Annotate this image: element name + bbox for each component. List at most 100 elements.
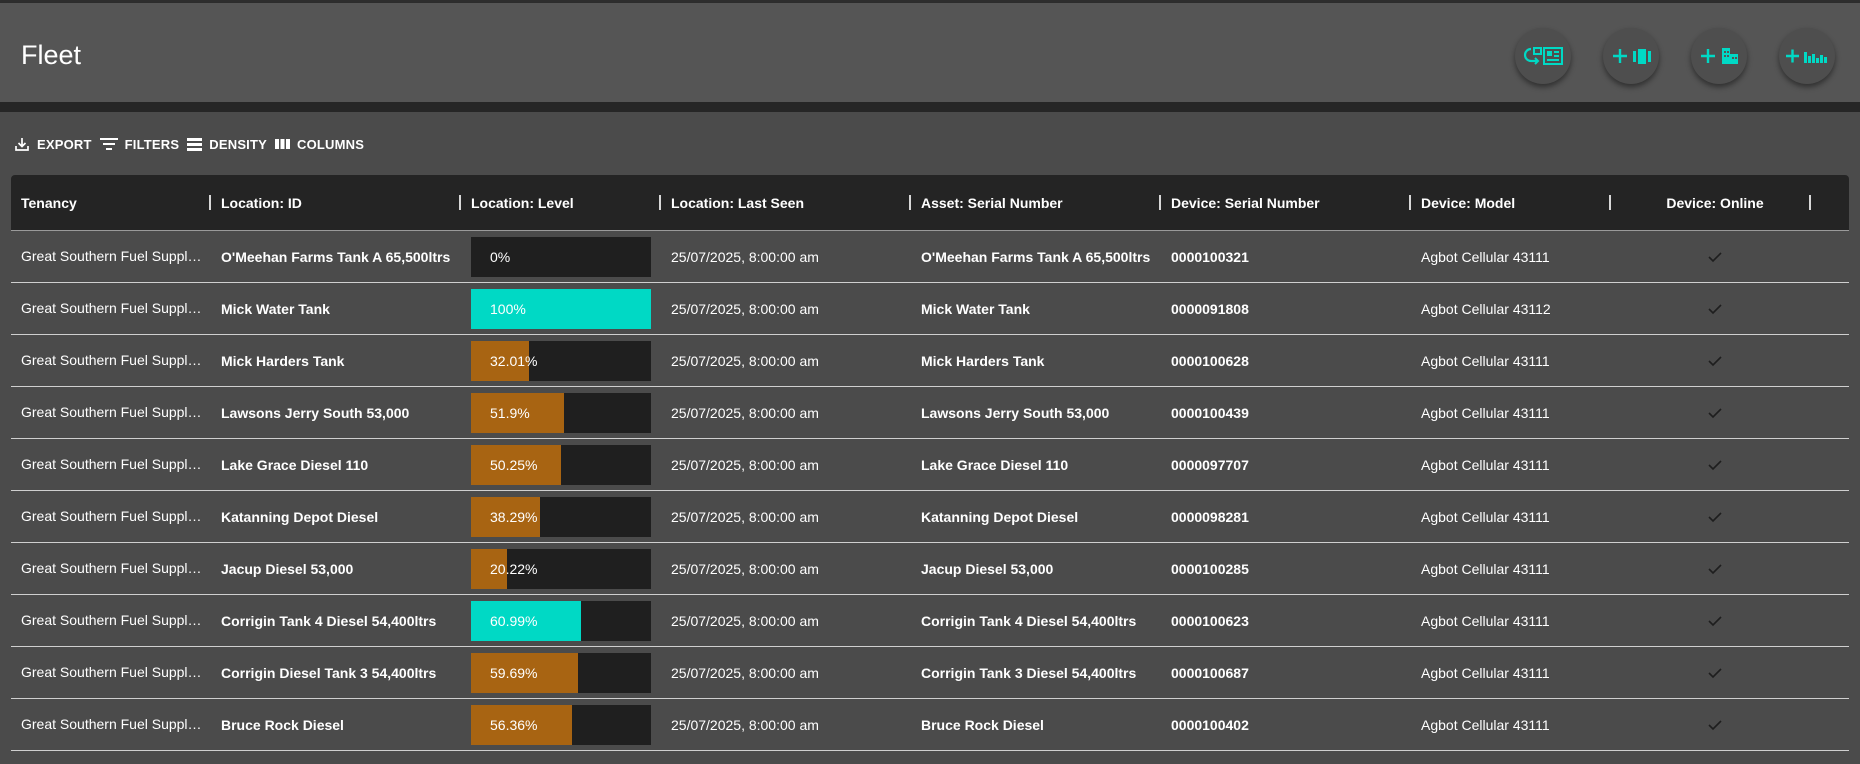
table-row[interactable]: Great Southern Fuel Supplies Corrigin Ta… — [11, 595, 1849, 647]
location-id-cell: Mick Water Tank — [221, 300, 330, 317]
level-progress-bar: 20.22% — [471, 549, 651, 589]
device-model-cell: Agbot Cellular 43111 — [1421, 612, 1550, 629]
column-header-device-model[interactable]: Device: Model — [1421, 175, 1515, 230]
column-separator[interactable] — [209, 195, 211, 210]
column-separator[interactable] — [1809, 195, 1811, 210]
column-header-asset-serial[interactable]: Asset: Serial Number — [921, 175, 1063, 230]
asset-serial-cell: O'Meehan Farms Tank A 65,500ltrs — [921, 248, 1151, 265]
filters-button[interactable]: FILTERS — [99, 136, 180, 152]
level-progress-bar: 56.36% — [471, 705, 651, 745]
fleet-table: Tenancy Location: ID Location: Level Loc… — [11, 175, 1849, 751]
columns-icon — [275, 139, 291, 149]
export-button[interactable]: EXPORT — [14, 136, 92, 152]
add-chart-icon — [1786, 49, 1827, 63]
column-header-device-serial[interactable]: Device: Serial Number — [1171, 175, 1320, 230]
check-icon — [1708, 615, 1722, 626]
online-cell — [1621, 543, 1809, 594]
asset-serial-cell: Katanning Depot Diesel — [921, 508, 1079, 525]
table-row[interactable]: Great Southern Fuel Supplies Jacup Diese… — [11, 543, 1849, 595]
column-header-location-level[interactable]: Location: Level — [471, 175, 574, 230]
level-progress-bar: 59.69% — [471, 653, 651, 693]
add-device-button[interactable] — [1603, 28, 1659, 84]
swap-dashboard-icon — [1523, 47, 1563, 65]
asset-serial-cell: Lake Grace Diesel 110 — [921, 456, 1069, 473]
location-id-cell: O'Meehan Farms Tank A 65,500ltrs — [221, 248, 451, 265]
last-seen-cell: 25/07/2025, 8:00:00 am — [671, 248, 819, 265]
check-icon — [1708, 563, 1722, 574]
column-separator[interactable] — [909, 195, 911, 210]
table-row[interactable]: Great Southern Fuel Supplies Lawsons Jer… — [11, 387, 1849, 439]
column-separator[interactable] — [1159, 195, 1161, 210]
online-cell — [1621, 335, 1809, 386]
device-model-cell: Agbot Cellular 43112 — [1421, 300, 1551, 317]
table-row[interactable]: Great Southern Fuel Supplies Katanning D… — [11, 491, 1849, 543]
online-cell — [1621, 491, 1809, 542]
tenancy-cell: Great Southern Fuel Supplies — [21, 404, 204, 420]
last-seen-cell: 25/07/2025, 8:00:00 am — [671, 716, 819, 733]
level-value: 51.9% — [490, 405, 530, 421]
last-seen-cell: 25/07/2025, 8:00:00 am — [671, 508, 819, 525]
columns-button[interactable]: COLUMNS — [275, 136, 364, 152]
tenancy-cell: Great Southern Fuel Supplies — [21, 352, 204, 368]
column-separator[interactable] — [459, 195, 461, 210]
level-value: 100% — [490, 301, 526, 317]
columns-label: COLUMNS — [297, 136, 365, 152]
column-header-last-seen[interactable]: Location: Last Seen — [671, 175, 804, 230]
density-label: DENSITY — [209, 136, 268, 152]
device-serial-cell: 0000100402 — [1171, 716, 1249, 733]
device-model-cell: Agbot Cellular 43111 — [1421, 716, 1550, 733]
level-value: 20.22% — [490, 561, 538, 577]
level-progress-bar: 0% — [471, 237, 651, 277]
level-progress-bar: 100% — [471, 289, 651, 329]
download-icon — [15, 138, 29, 151]
location-id-cell: Lawsons Jerry South 53,000 — [221, 404, 410, 421]
device-model-cell: Agbot Cellular 43111 — [1421, 560, 1550, 577]
density-button[interactable]: DENSITY — [187, 136, 267, 152]
level-progress-bar: 32.01% — [471, 341, 651, 381]
device-model-cell: Agbot Cellular 43111 — [1421, 456, 1550, 473]
online-cell — [1621, 699, 1809, 750]
device-model-cell: Agbot Cellular 43111 — [1421, 248, 1550, 265]
online-cell — [1621, 439, 1809, 490]
column-separator[interactable] — [659, 195, 661, 210]
tenancy-cell: Great Southern Fuel Supplies — [21, 664, 204, 680]
device-serial-cell: 0000097707 — [1171, 456, 1249, 473]
table-body: Great Southern Fuel Supplies O'Meehan Fa… — [11, 231, 1849, 751]
column-separator[interactable] — [1409, 195, 1411, 210]
grid-toolbar: EXPORT FILTERS DENSITY COLUMNS — [14, 134, 372, 154]
check-icon — [1708, 355, 1722, 366]
check-icon — [1708, 459, 1722, 470]
add-building-button[interactable] — [1691, 28, 1747, 84]
table-row[interactable]: Great Southern Fuel Supplies Lake Grace … — [11, 439, 1849, 491]
table-row[interactable]: Great Southern Fuel Supplies Bruce Rock … — [11, 699, 1849, 751]
online-cell — [1621, 387, 1809, 438]
asset-serial-cell: Corrigin Tank 3 Diesel 54,400ltrs — [921, 664, 1137, 681]
add-building-icon — [1701, 48, 1738, 64]
asset-serial-cell: Lawsons Jerry South 53,000 — [921, 404, 1110, 421]
online-cell — [1621, 647, 1809, 698]
column-header-device-online[interactable]: Device: Online — [1621, 175, 1809, 230]
table-row[interactable]: Great Southern Fuel Supplies Mick Harder… — [11, 335, 1849, 387]
location-id-cell: Jacup Diesel 53,000 — [221, 560, 354, 577]
device-serial-cell: 0000091808 — [1171, 300, 1249, 317]
online-cell — [1621, 231, 1809, 282]
table-row[interactable]: Great Southern Fuel Supplies Corrigin Di… — [11, 647, 1849, 699]
location-id-cell: Katanning Depot Diesel — [221, 508, 379, 525]
check-icon — [1708, 407, 1722, 418]
column-header-tenancy[interactable]: Tenancy — [21, 175, 77, 230]
check-icon — [1708, 667, 1722, 678]
column-separator[interactable] — [1609, 195, 1611, 210]
filter-icon — [99, 138, 118, 150]
asset-serial-cell: Mick Water Tank — [921, 300, 1030, 317]
device-serial-cell: 0000100628 — [1171, 352, 1249, 369]
swap-dashboard-button[interactable] — [1515, 28, 1571, 84]
column-header-location-id[interactable]: Location: ID — [221, 175, 302, 230]
add-chart-button[interactable] — [1779, 28, 1835, 84]
level-value: 38.29% — [490, 509, 538, 525]
table-row[interactable]: Great Southern Fuel Supplies Mick Water … — [11, 283, 1849, 335]
add-device-icon — [1613, 49, 1651, 64]
level-value: 60.99% — [490, 613, 538, 629]
location-id-cell: Bruce Rock Diesel — [221, 716, 344, 733]
last-seen-cell: 25/07/2025, 8:00:00 am — [671, 300, 819, 317]
table-row[interactable]: Great Southern Fuel Supplies O'Meehan Fa… — [11, 231, 1849, 283]
